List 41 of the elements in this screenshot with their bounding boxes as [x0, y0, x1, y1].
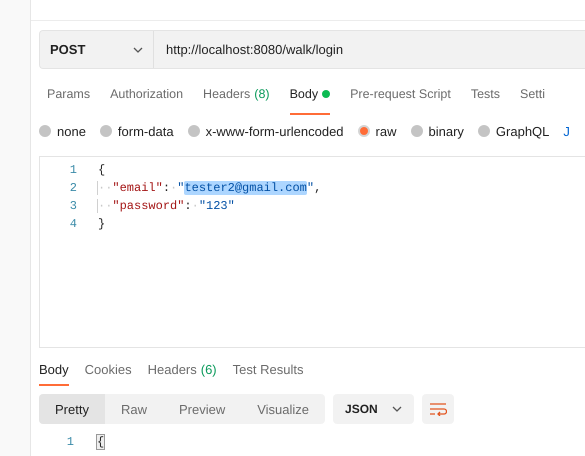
wrap-lines-button[interactable]: [422, 394, 454, 424]
radio-button[interactable]: [39, 125, 51, 137]
radio-label[interactable]: raw: [376, 124, 396, 138]
request-tab[interactable]: Body: [290, 75, 330, 115]
code-line: ··"password":·"123": [97, 199, 235, 213]
radio-button[interactable]: [478, 125, 490, 137]
response-tab[interactable]: Body: [39, 354, 69, 386]
code-line: {: [97, 163, 106, 177]
radio-label[interactable]: none: [57, 124, 86, 138]
code-line: }: [97, 217, 106, 231]
request-tab[interactable]: Headers (8): [203, 75, 270, 115]
line-number: 1: [68, 163, 77, 177]
response-tab[interactable]: Headers (6): [148, 354, 217, 386]
request-tab[interactable]: Pre-request Script: [350, 75, 451, 115]
line-number: 1: [66, 435, 74, 449]
line-number: 4: [68, 217, 77, 231]
line-number: 3: [68, 199, 77, 213]
radio-button[interactable]: [410, 125, 422, 137]
format-dropdown[interactable]: JSON: [333, 394, 414, 424]
view-mode-tab[interactable]: Preview: [162, 394, 242, 424]
request-tab[interactable]: Tests: [470, 75, 500, 115]
view-mode-tab[interactable]: Raw: [104, 394, 163, 424]
chevron-down-icon: [392, 406, 402, 412]
radio-button[interactable]: [358, 125, 370, 137]
code-editor[interactable]: 1 { 2 ··"email":·"tester2@gmail.com", 3 ··"password":·"123" 4 }: [39, 156, 585, 348]
radio-label[interactable]: x-www-form-urlencoded: [206, 124, 344, 138]
radio-button[interactable]: [188, 125, 200, 137]
line-number: 2: [68, 181, 77, 195]
request-tab[interactable]: Setti: [520, 75, 546, 115]
response-tab[interactable]: Test Results: [232, 354, 304, 386]
radio-label[interactable]: GraphQL: [496, 124, 550, 138]
wrap-lines-icon: [428, 402, 447, 416]
view-mode-tab[interactable]: Pretty: [39, 394, 105, 424]
radio-button[interactable]: [100, 125, 112, 137]
response-tab[interactable]: Cookies: [84, 354, 132, 386]
radio-label[interactable]: binary: [428, 124, 464, 138]
request-tab[interactable]: Params: [47, 75, 90, 115]
format-dropdown[interactable]: J: [563, 124, 570, 138]
radio-label[interactable]: form-data: [118, 124, 174, 138]
view-mode-tab[interactable]: Visualize: [241, 394, 326, 424]
request-tab[interactable]: Authorization: [110, 75, 184, 115]
